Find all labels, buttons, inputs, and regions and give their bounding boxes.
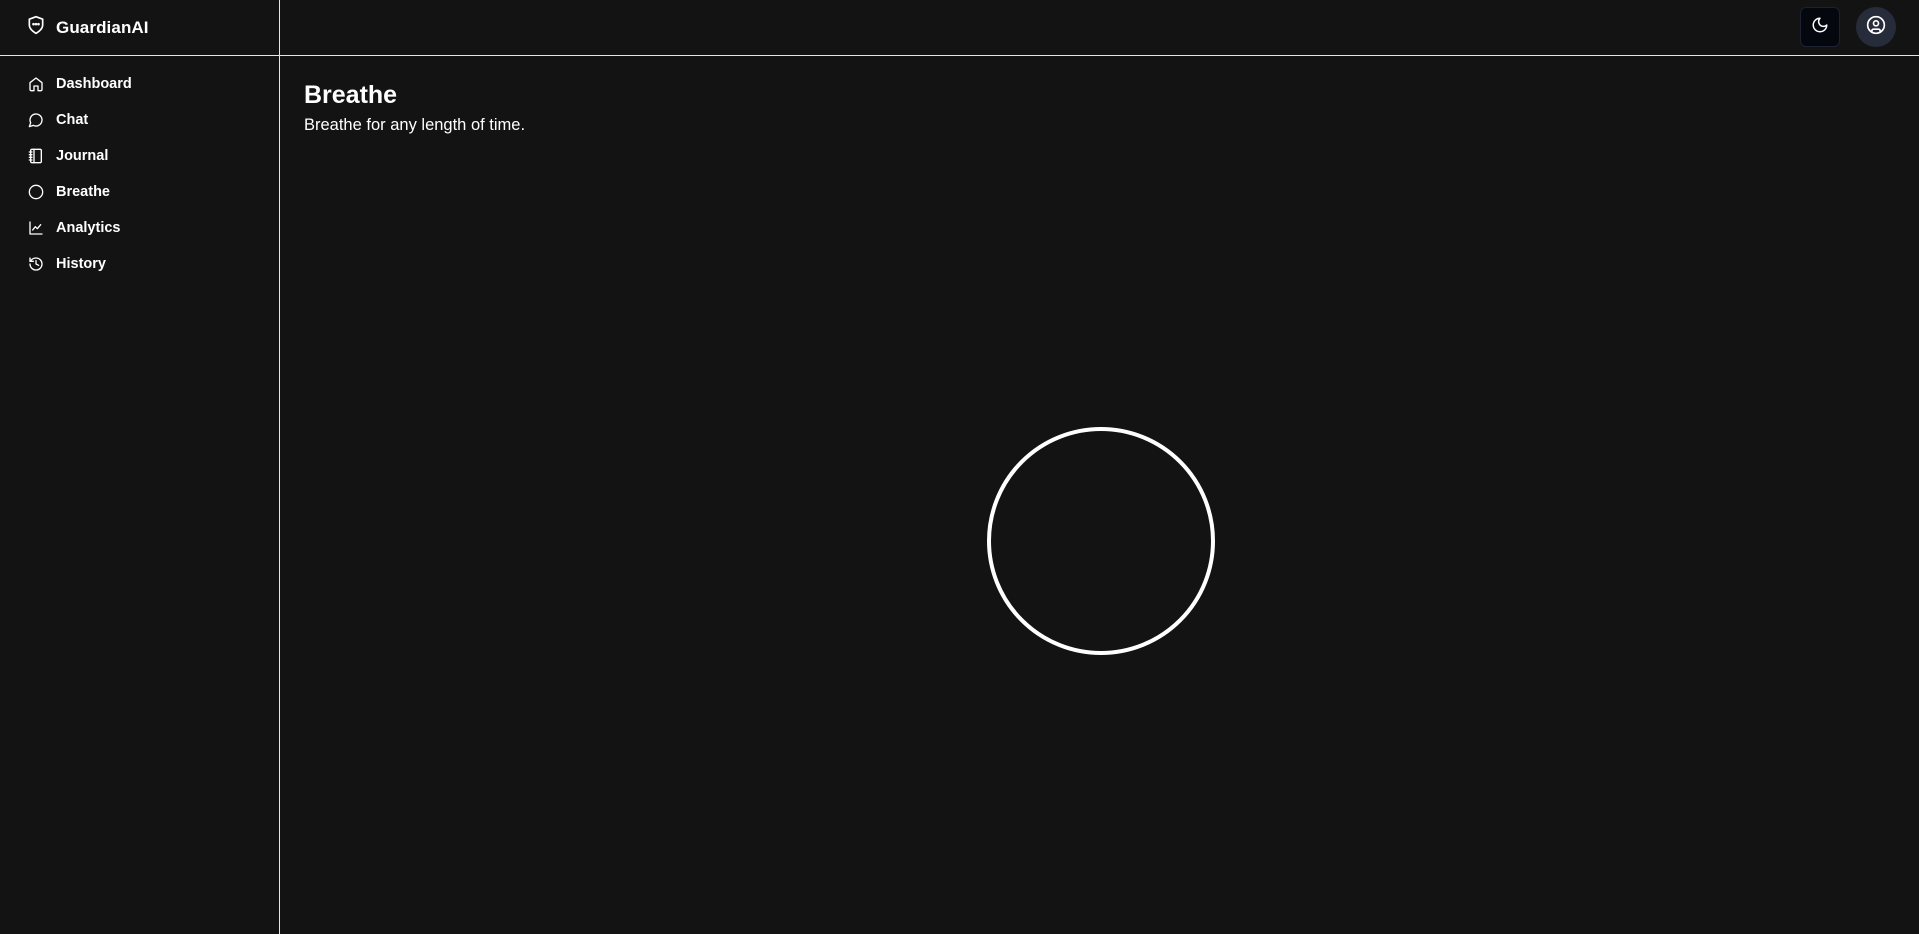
main-content: Breathe Breathe for any length of time. bbox=[281, 57, 1919, 934]
sidebar-item-chat[interactable]: Chat bbox=[0, 102, 279, 138]
sidebar-item-label: Breathe bbox=[56, 184, 110, 200]
brand-name: GuardianAI bbox=[56, 17, 149, 37]
shield-logo-icon bbox=[26, 14, 46, 41]
page-title: Breathe bbox=[304, 81, 398, 109]
sidebar-item-label: Chat bbox=[56, 112, 89, 128]
theme-toggle-button[interactable] bbox=[1800, 7, 1840, 47]
sidebar-item-label: History bbox=[56, 256, 106, 272]
sidebar-item-label: Journal bbox=[56, 148, 109, 164]
line-chart-icon bbox=[28, 220, 44, 236]
sidebar-item-label: Analytics bbox=[56, 220, 121, 236]
sidebar: GuardianAI Dashboard Chat Journal Breath… bbox=[0, 0, 280, 934]
sidebar-item-journal[interactable]: Journal bbox=[0, 138, 279, 174]
sidebar-item-breathe[interactable]: Breathe bbox=[0, 174, 279, 210]
sidebar-item-label: Dashboard bbox=[56, 76, 132, 92]
user-circle-icon bbox=[1866, 15, 1886, 40]
history-icon bbox=[28, 256, 44, 272]
sidebar-nav: Dashboard Chat Journal Breathe Analytics… bbox=[0, 56, 279, 282]
circle-icon bbox=[28, 184, 44, 200]
home-icon bbox=[28, 76, 44, 92]
account-button[interactable] bbox=[1856, 7, 1896, 47]
moon-icon bbox=[1811, 16, 1829, 39]
breathing-circle[interactable] bbox=[987, 427, 1215, 655]
sidebar-item-analytics[interactable]: Analytics bbox=[0, 210, 279, 246]
app-root: GuardianAI Dashboard Chat Journal Breath… bbox=[0, 0, 1919, 934]
sidebar-item-dashboard[interactable]: Dashboard bbox=[0, 66, 279, 102]
message-circle-icon bbox=[28, 112, 44, 128]
brand[interactable]: GuardianAI bbox=[0, 0, 279, 56]
notebook-icon bbox=[28, 148, 44, 164]
page-subtitle: Breathe for any length of time. bbox=[304, 116, 526, 134]
sidebar-item-history[interactable]: History bbox=[0, 246, 279, 282]
top-header bbox=[280, 0, 1919, 56]
